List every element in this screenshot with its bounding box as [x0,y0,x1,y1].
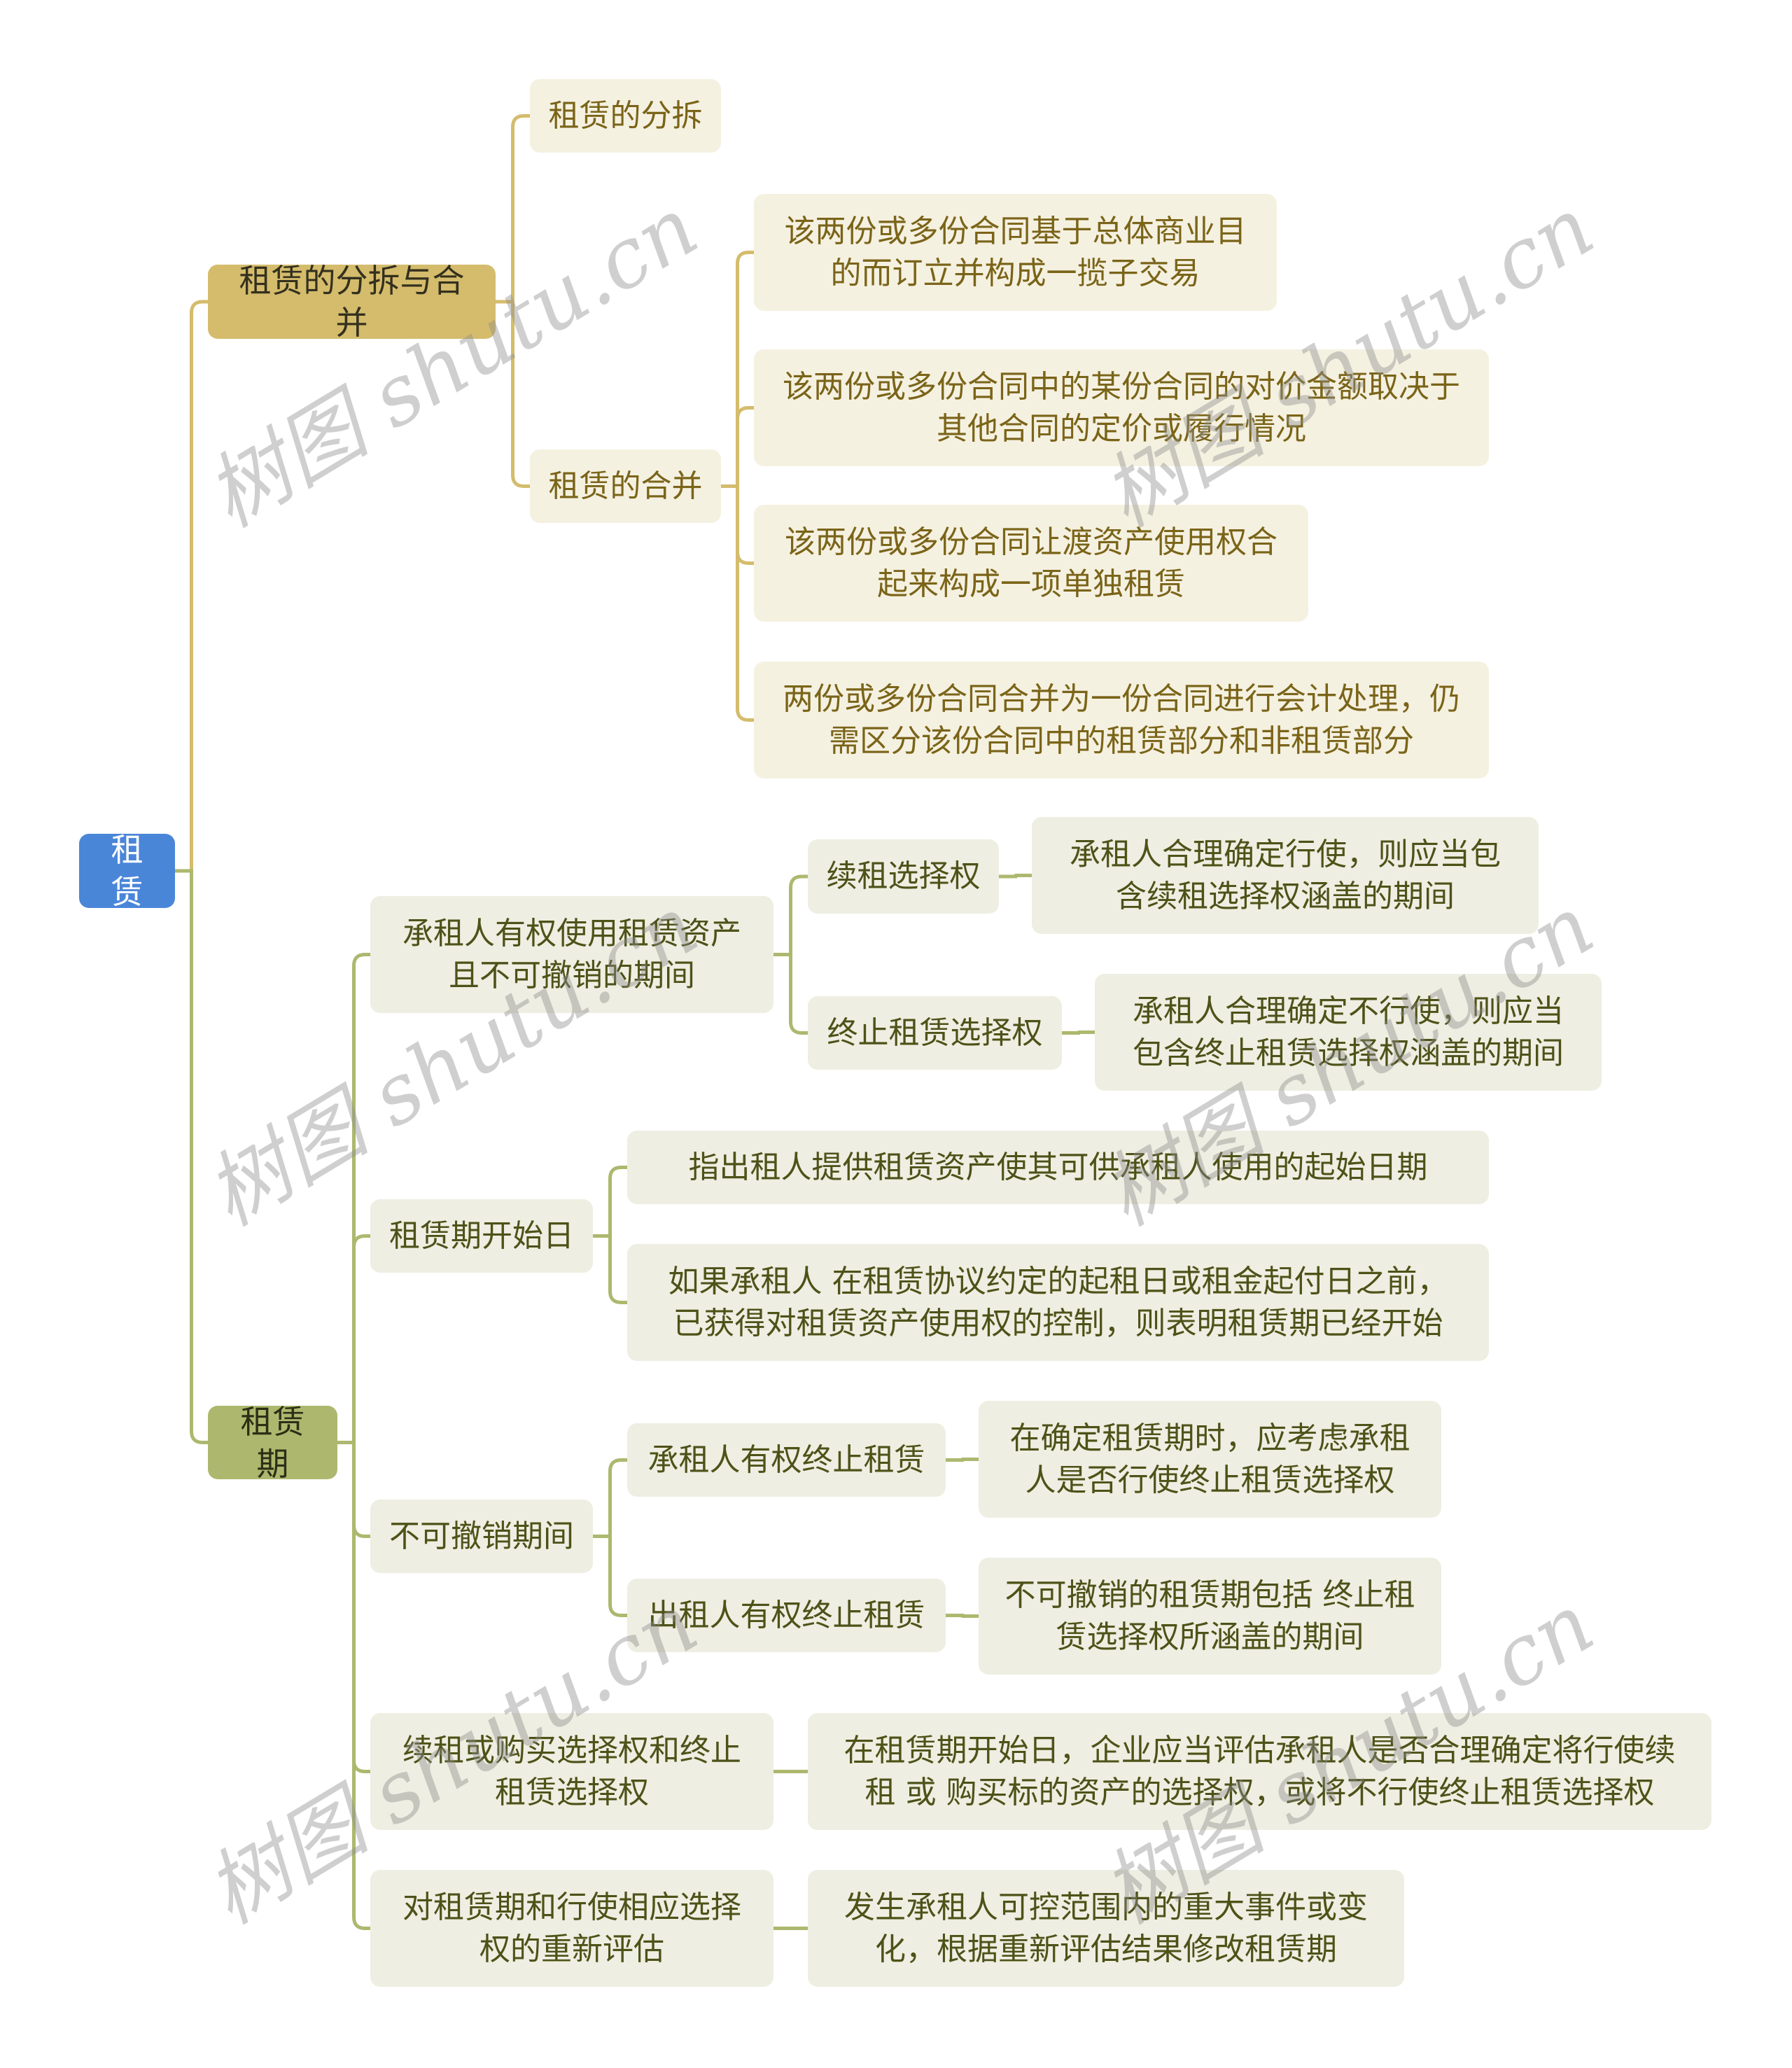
connector-start-date-start-date-2 [593,1234,627,1304]
node-reassessment[interactable]: 对租赁期和行使相应选择 权的重新评估 [370,1870,774,1987]
connector-noncancel-right-terminate-option [774,953,808,1035]
node-label: 续租或购买选择权和终止 租赁选择权 [402,1732,741,1810]
connector-merge-merge-2 [721,406,754,488]
connector-root-term [175,869,208,1444]
connector-noncancel-period-lessee-terminate [593,1458,627,1538]
node-label: 两份或多份合同合并为一份合同进行会计处理，仍 需区分该份合同中的租赁部分和非租赁… [783,680,1460,759]
connector-root-split-merge [175,300,208,873]
node-label: 对租赁期和行使相应选择 权的重新评估 [402,1889,741,1967]
node-label: 承租人有权终止租赁 [648,1441,925,1478]
node-label: 不可撤销期间 [389,1518,574,1554]
mindmap-canvas: 租赁 租赁的分拆与合并 租赁的分拆 租赁的合并 该两份或多份合同基于总体商业目 … [0,0,1792,2068]
node-termination-option[interactable]: 终止租赁选择权 [808,996,1062,1070]
connector-noncancel-right-renew-option [774,874,808,956]
reassessment-note[interactable]: 发生承租人可控范围内的重大事件或变 化，根据重新评估结果修改租赁期 [808,1870,1404,1987]
node-label: 租赁期开始日 [389,1217,574,1254]
node-label: 终止租赁选择权 [827,1014,1043,1051]
renewal-option-note[interactable]: 承租人合理确定行使，则应当包 含续租选择权涵盖的期间 [1032,817,1539,934]
lessee-termination-note[interactable]: 在确定租赁期时，应考虑承租 人是否行使终止租赁选择权 [979,1401,1441,1518]
connector-term-start-date [337,1234,370,1444]
node-label: 续租选择权 [826,858,981,894]
connector-split-merge-merge [496,300,530,488]
connector-noncancel-period-lessor-terminate [593,1535,627,1617]
commencement-date-note-1[interactable]: 指出租人提供租赁资产使其可供承租人使用的起始日期 [627,1131,1489,1204]
node-lessor-termination-right[interactable]: 出租人有权终止租赁 [627,1579,946,1652]
node-lease-merge[interactable]: 租赁的合并 [530,449,721,523]
node-label: 发生承租人可控范围内的重大事件或变 化，根据重新评估结果修改租赁期 [844,1889,1368,1967]
node-label: 租赁的分拆与合并 [239,262,465,342]
node-renewal-purchase-termination-options[interactable]: 续租或购买选择权和终止 租赁选择权 [370,1713,774,1830]
node-noncancelable-period[interactable]: 不可撤销期间 [370,1500,593,1573]
connector-term-reassess [337,1441,370,1930]
merge-condition-3[interactable]: 该两份或多份合同让渡资产使用权合 起来构成一项单独租赁 [754,505,1308,622]
node-renewal-option[interactable]: 续租选择权 [808,839,999,914]
connector-merge-merge-4 [721,484,754,722]
node-label: 承租人合理确定不行使，则应当 包含终止租赁选择权涵盖的期间 [1133,993,1564,1071]
merge-condition-4[interactable]: 两份或多份合同合并为一份合同进行会计处理，仍 需区分该份合同中的租赁部分和非租赁… [754,662,1489,778]
renewal-purchase-note[interactable]: 在租赁期开始日，企业应当评估承租人是否合理确定将行使续 租 或 购买标的资产的选… [808,1713,1712,1830]
node-label: 该两份或多份合同中的某份合同的对价金额取决于 其他合同的定价或履行情况 [783,368,1460,447]
node-label: 指出租人提供租赁资产使其可供承租人使用的起始日期 [688,1149,1428,1185]
merge-condition-2[interactable]: 该两份或多份合同中的某份合同的对价金额取决于 其他合同的定价或履行情况 [754,349,1489,466]
node-label: 该两份或多份合同让渡资产使用权合 起来构成一项单独租赁 [785,524,1278,602]
node-label: 在确定租赁期时，应考虑承租 人是否行使终止租赁选择权 [1009,1420,1410,1498]
lessor-termination-note[interactable]: 不可撤销的租赁期包括 终止租 赁选择权所涵盖的期间 [979,1558,1441,1675]
merge-condition-1[interactable]: 该两份或多份合同基于总体商业目 的而订立并构成一揽子交易 [754,194,1277,311]
node-label: 承租人有权使用租赁资产 且不可撤销的期间 [402,915,741,993]
node-lease-split[interactable]: 租赁的分拆 [530,79,721,153]
node-label: 不可撤销的租赁期包括 终止租 赁选择权所涵盖的期间 [1004,1577,1415,1655]
node-label: 该两份或多份合同基于总体商业目 的而订立并构成一揽子交易 [784,213,1247,291]
node-label: 在租赁期开始日，企业应当评估承租人是否合理确定将行使续 租 或 购买标的资产的选… [844,1732,1676,1810]
node-label: 租赁的合并 [548,468,703,504]
node-label: 租赁的分拆 [548,97,703,134]
branch-lease-term[interactable]: 租赁期 [208,1403,337,1483]
termination-option-note[interactable]: 承租人合理确定不行使，则应当 包含终止租赁选择权涵盖的期间 [1095,974,1602,1091]
node-lessee-termination-right[interactable]: 承租人有权终止租赁 [627,1423,946,1497]
root-label: 租赁 [111,831,144,911]
node-label: 出租人有权终止租赁 [648,1597,925,1633]
node-label: 租赁期 [240,1402,305,1483]
root-node[interactable]: 租赁 [79,831,175,911]
commencement-date-note-2[interactable]: 如果承租人 在租赁协议约定的起租日或租金起付日之前， 已获得对租赁资产使用权的控… [627,1244,1489,1361]
connector-start-date-start-date-1 [593,1166,627,1238]
node-noncancelable-right-of-use[interactable]: 承租人有权使用租赁资产 且不可撤销的期间 [370,896,774,1013]
node-label: 如果承租人 在租赁协议约定的起租日或租金起付日之前， 已获得对租赁资产使用权的控… [668,1263,1448,1341]
branch-lease-split-merge[interactable]: 租赁的分拆与合并 [208,262,496,342]
node-commencement-date[interactable]: 租赁期开始日 [370,1199,593,1273]
connector-split-merge-split [496,114,530,304]
connector-renew-option-renew-option-note [999,874,1032,879]
node-label: 承租人合理确定行使，则应当包 含续租选择权涵盖的期间 [1070,836,1501,914]
